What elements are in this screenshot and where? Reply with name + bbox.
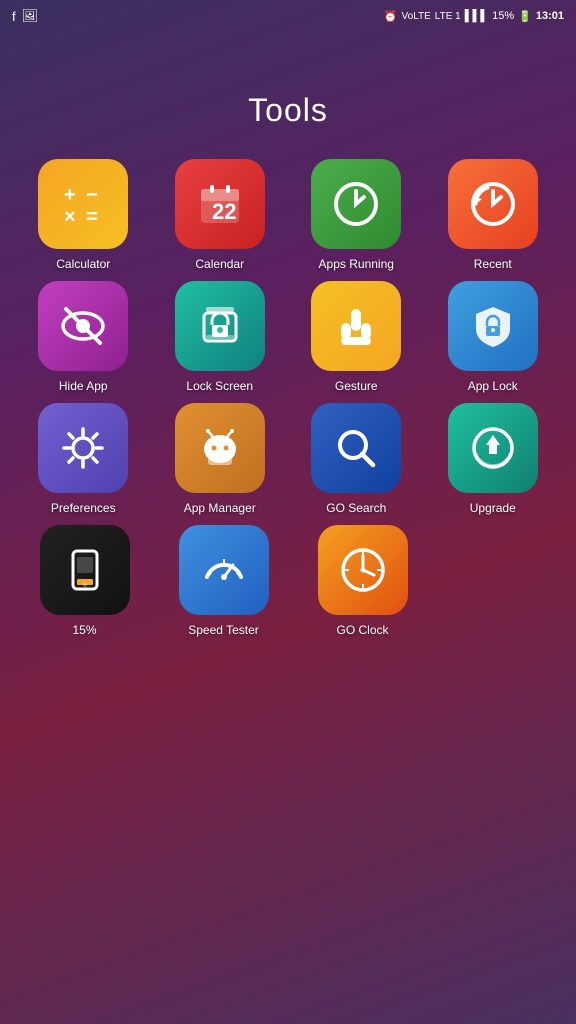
app-manager-icon <box>175 403 265 493</box>
svg-text:−: − <box>86 184 98 206</box>
app-calendar[interactable]: 22 Calendar <box>157 159 284 271</box>
go-search-icon <box>311 403 401 493</box>
hide-app-label: Hide App <box>59 379 108 393</box>
app-lock-screen[interactable]: Lock Screen <box>157 281 284 393</box>
gesture-label: Gesture <box>335 379 378 393</box>
app-manager[interactable]: App Manager <box>157 403 284 515</box>
speed-tester-label: Speed Tester <box>188 623 259 637</box>
status-bar: f 🖼 ⏰ VoLTE LTE 1 ▌▌▌ 15% 🔋 13:01 <box>0 0 576 32</box>
photo-icon: 🖼 <box>22 8 39 24</box>
svg-text:+: + <box>64 184 76 206</box>
app-gesture[interactable]: Gesture <box>293 281 420 393</box>
upgrade-label: Upgrade <box>470 501 516 515</box>
alarm-icon: ⏰ <box>384 10 398 23</box>
svg-text:×: × <box>64 206 76 228</box>
app-hide-app[interactable]: Hide App <box>20 281 147 393</box>
app-grid-last-row: 15% Speed Tester <box>0 525 576 637</box>
apps-running-icon <box>311 159 401 249</box>
recent-label: Recent <box>474 257 512 271</box>
battery-app-icon <box>40 525 130 615</box>
signal-bars: ▌▌▌ <box>465 10 488 22</box>
app-upgrade[interactable]: Upgrade <box>430 403 557 515</box>
app-battery[interactable]: 15% <box>20 525 149 637</box>
apps-running-label: Apps Running <box>319 257 394 271</box>
lte-indicator: LTE 1 <box>435 11 461 22</box>
lock-screen-icon <box>175 281 265 371</box>
calendar-label: Calendar <box>195 257 244 271</box>
page-title: Tools <box>0 92 576 129</box>
calculator-icon: + − × = <box>38 159 128 249</box>
calculator-label: Calculator <box>56 257 110 271</box>
battery-label: 15% <box>72 623 96 637</box>
battery-percent: 15% <box>492 10 514 22</box>
app-calculator[interactable]: + − × = Calculator <box>20 159 147 271</box>
go-clock-label: GO Clock <box>336 623 388 637</box>
app-speed-tester[interactable]: Speed Tester <box>159 525 288 637</box>
app-manager-label: App Manager <box>184 501 256 515</box>
preferences-icon <box>38 403 128 493</box>
svg-text:=: = <box>86 206 98 228</box>
hide-app-icon <box>38 281 128 371</box>
app-lock[interactable]: App Lock <box>430 281 557 393</box>
gesture-icon <box>311 281 401 371</box>
speed-tester-icon <box>179 525 269 615</box>
app-lock-label: App Lock <box>468 379 518 393</box>
app-go-clock[interactable]: GO Clock <box>298 525 427 637</box>
clock: 13:01 <box>536 10 564 22</box>
svg-text:22: 22 <box>212 199 236 224</box>
voip-indicator: VoLTE <box>402 11 431 22</box>
lock-screen-label: Lock Screen <box>186 379 253 393</box>
app-go-search[interactable]: GO Search <box>293 403 420 515</box>
notification-icons: f 🖼 <box>12 8 38 24</box>
go-search-label: GO Search <box>326 501 386 515</box>
app-preferences[interactable]: Preferences <box>20 403 147 515</box>
app-lock-icon <box>448 281 538 371</box>
preferences-label: Preferences <box>51 501 116 515</box>
facebook-icon: f <box>12 9 16 24</box>
app-recent[interactable]: Recent <box>430 159 557 271</box>
app-grid: + − × = Calculator 22 Calendar <box>0 159 576 515</box>
system-status: ⏰ VoLTE LTE 1 ▌▌▌ 15% 🔋 13:01 <box>384 10 564 23</box>
go-clock-icon <box>318 525 408 615</box>
recent-icon <box>448 159 538 249</box>
battery-icon: 🔋 <box>518 10 532 23</box>
app-apps-running[interactable]: Apps Running <box>293 159 420 271</box>
calendar-icon: 22 <box>175 159 265 249</box>
upgrade-icon <box>448 403 538 493</box>
